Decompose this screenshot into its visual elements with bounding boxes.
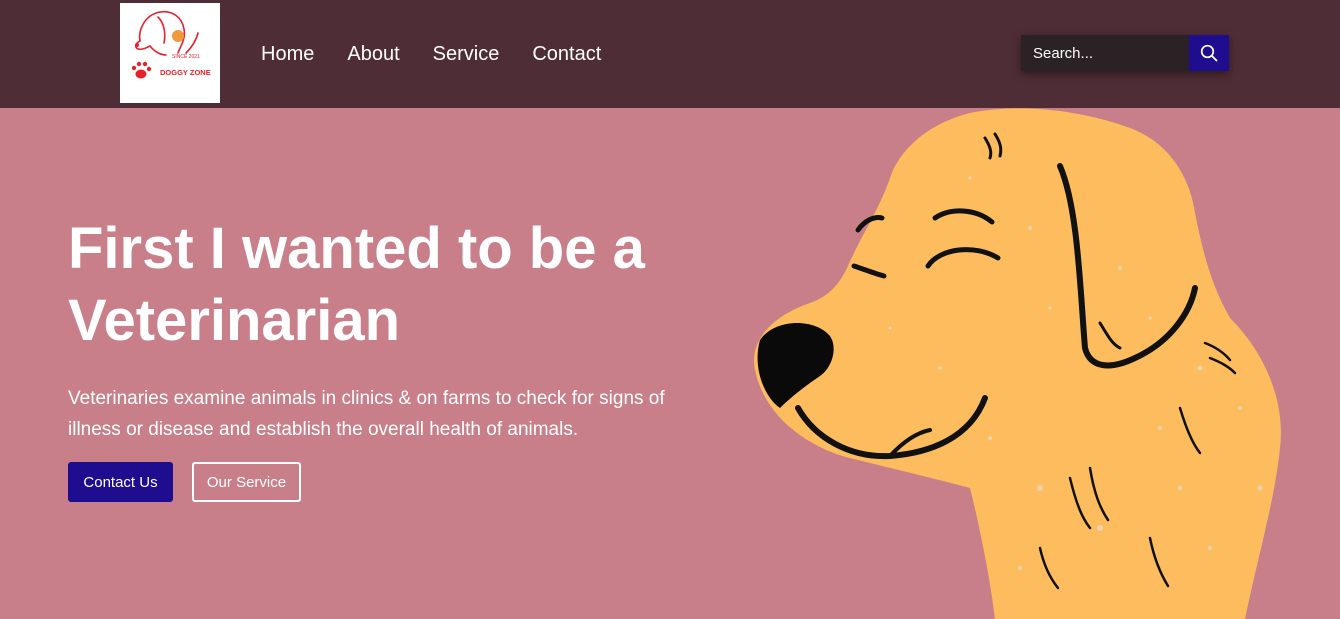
search-form — [1021, 35, 1229, 71]
hero-description: Veterinaries examine animals in clinics … — [68, 388, 665, 440]
doggy-zone-logo: SINCE 2021 DOGGY ZONE — [131, 10, 211, 79]
nav-link-home[interactable]: Home — [261, 41, 314, 67]
hero-title: First I wanted to be a Veterinarian — [68, 216, 645, 353]
logo[interactable]: SINCE 2021 DOGGY ZONE — [120, 3, 220, 103]
logo-text: DOGGY ZONE — [160, 68, 211, 77]
main-nav: Home About Service Contact — [261, 41, 601, 67]
logo-tagline: SINCE 2021 — [172, 54, 200, 60]
nav-link-contact[interactable]: Contact — [532, 41, 601, 67]
our-service-button[interactable]: Our Service — [192, 462, 301, 502]
nav-link-about[interactable]: About — [347, 41, 399, 67]
golden-retriever-illustration — [754, 108, 1281, 619]
search-input[interactable] — [1021, 35, 1189, 71]
contact-us-button[interactable]: Contact Us — [68, 462, 173, 502]
search-icon — [1200, 44, 1218, 62]
search-button[interactable] — [1189, 35, 1229, 71]
navbar: SINCE 2021 DOGGY ZONE Home About Service… — [0, 0, 1340, 108]
nav-link-service[interactable]: Service — [433, 41, 500, 67]
